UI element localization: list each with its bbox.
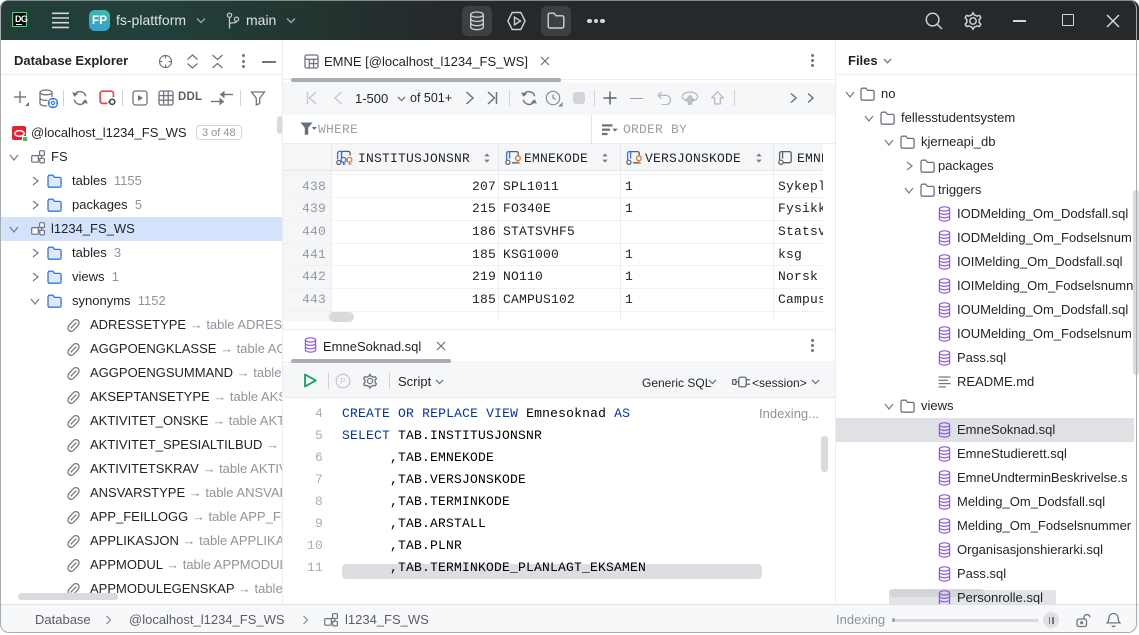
svg-text:P: P <box>340 376 346 386</box>
